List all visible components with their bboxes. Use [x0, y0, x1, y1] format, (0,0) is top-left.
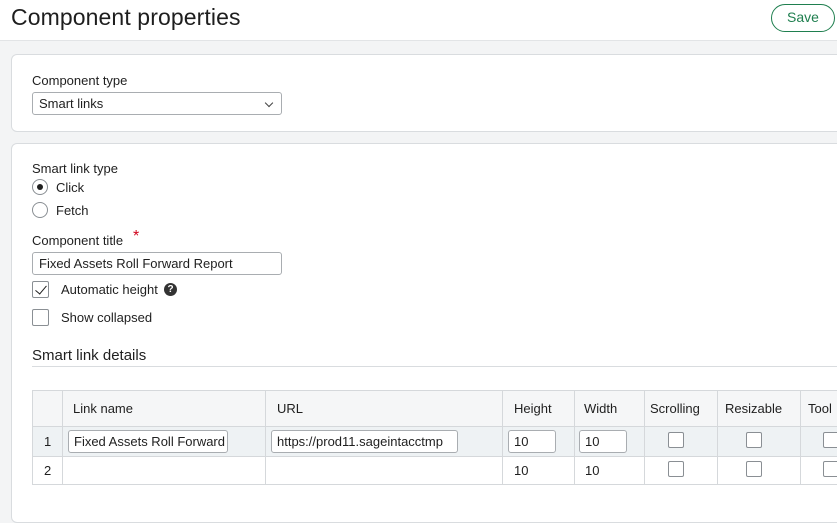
smart-link-type-label: Smart link type — [32, 161, 118, 176]
scrolling-checkbox[interactable] — [668, 432, 684, 448]
section-divider — [32, 366, 837, 367]
radio-click-label: Click — [56, 180, 85, 195]
link-name-input[interactable]: Fixed Assets Roll Forward — [68, 430, 228, 453]
url-input[interactable]: https://prod11.sageintacctmp — [271, 430, 458, 453]
row-number: 2 — [44, 463, 52, 478]
smart-link-details-grid: Link name URL Height Width Scrolling Res… — [32, 390, 837, 485]
component-type-select[interactable]: Smart links — [32, 92, 282, 115]
row-number: 1 — [44, 434, 52, 449]
column-divider — [502, 391, 503, 484]
scrolling-checkbox[interactable] — [668, 461, 684, 477]
smart-link-details-title: Smart link details — [32, 347, 147, 364]
show-collapsed-label: Show collapsed — [61, 310, 153, 325]
column-divider — [644, 391, 645, 484]
column-header-scrolling: Scrolling — [650, 401, 700, 416]
column-divider — [800, 391, 801, 484]
automatic-height-checkbox[interactable] — [32, 281, 49, 298]
radio-fetch-label: Fetch — [56, 203, 89, 218]
height-input[interactable]: 10 — [508, 430, 556, 453]
component-title-input[interactable]: Fixed Assets Roll Forward Report — [32, 252, 282, 275]
tool-checkbox[interactable] — [823, 461, 837, 477]
column-divider — [265, 391, 266, 484]
column-header-url: URL — [277, 401, 304, 416]
column-divider — [62, 391, 63, 484]
column-header-width: Width — [584, 401, 618, 416]
radio-fetch[interactable] — [32, 202, 48, 218]
height-value: 10 — [514, 463, 529, 478]
width-value: 10 — [585, 463, 600, 478]
resizable-checkbox[interactable] — [746, 432, 762, 448]
column-header-tool: Tool — [808, 401, 832, 416]
column-header-link-name: Link name — [73, 401, 133, 416]
page-title: Component properties — [11, 4, 241, 30]
chevron-down-icon — [264, 98, 274, 108]
column-divider — [574, 391, 575, 484]
column-header-resizable: Resizable — [725, 401, 783, 416]
help-icon[interactable]: ? — [164, 283, 177, 296]
radio-click[interactable] — [32, 179, 48, 195]
automatic-height-label: Automatic height — [61, 282, 158, 297]
component-type-value: Smart links — [39, 96, 104, 111]
width-input[interactable]: 10 — [579, 430, 627, 453]
component-title-label: Component title — [32, 233, 124, 248]
required-mark: * — [133, 228, 140, 245]
resizable-checkbox[interactable] — [746, 461, 762, 477]
column-divider — [717, 391, 718, 484]
page-header: Component properties Save — [0, 0, 837, 41]
column-header-height: Height — [514, 401, 552, 416]
save-button[interactable]: Save — [771, 4, 835, 32]
tool-checkbox[interactable] — [823, 432, 837, 448]
show-collapsed-checkbox[interactable] — [32, 309, 49, 326]
component-type-label: Component type — [32, 73, 128, 88]
